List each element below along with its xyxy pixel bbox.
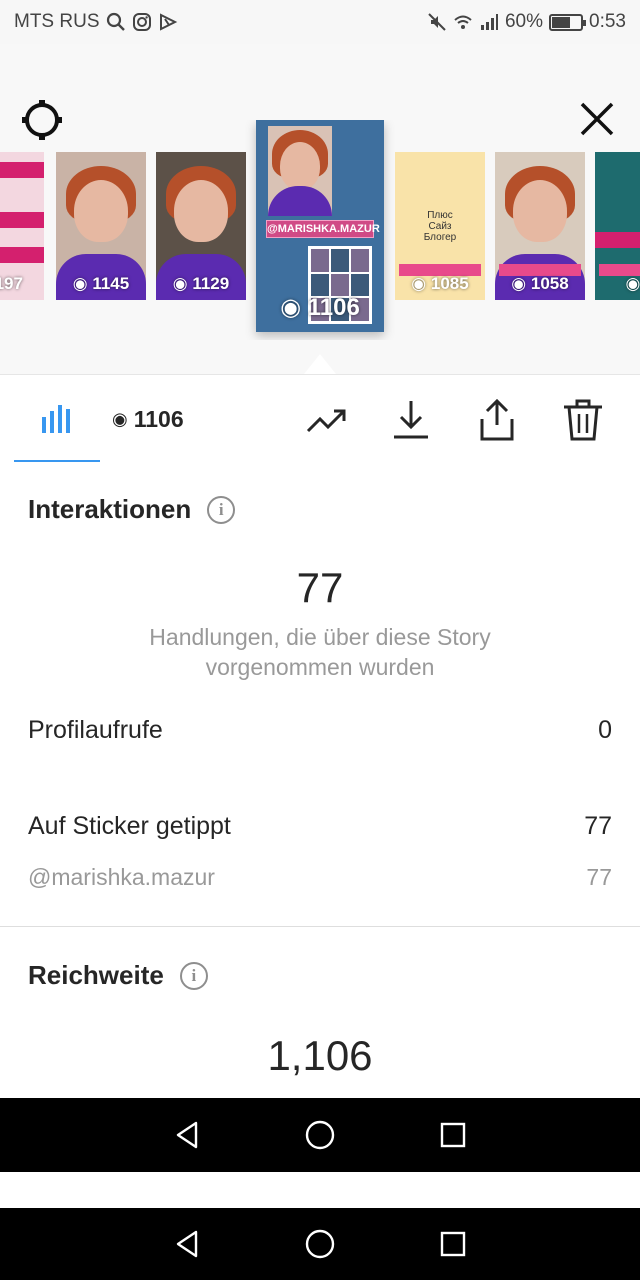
share-icon[interactable] (474, 397, 520, 443)
sticker-account-value: 77 (586, 864, 612, 890)
story-thumbnail[interactable]: ◉ 197 (0, 152, 44, 300)
profile-visits-value: 0 (598, 716, 612, 744)
story-thumbnail[interactable]: Плюс Сайз Блогер ◉ 1085 (395, 152, 485, 300)
story-thumbnail[interactable]: ◉ 1145 (56, 152, 146, 300)
section-title: Reichweite (28, 960, 164, 990)
story-action-bar: ◉ 1106 (0, 374, 640, 463)
profile-visits-label: Profilaufrufe (28, 716, 163, 744)
nav-back-button[interactable] (167, 1115, 207, 1155)
mention-sticker: @MARISHKA.MAZUR (266, 220, 380, 238)
trash-icon[interactable] (560, 397, 606, 443)
thumbnail-view-count: ◉ 1129 (172, 274, 230, 293)
battery-icon (549, 13, 587, 31)
section-divider (0, 926, 640, 927)
insights-bar-chart-icon (42, 404, 70, 433)
info-icon[interactable]: i (179, 961, 208, 990)
story-thumbnail[interactable]: ◉ 1058 (495, 152, 585, 300)
thumbnail-text: Плюс Сайз Блогер (423, 210, 457, 243)
interactions-description-line1: Handlungen, die über diese Story (149, 624, 491, 650)
send-icon (159, 13, 177, 31)
sticker-account-name: @marishka.mazur (28, 864, 215, 890)
story-header: ◉ 197 ◉ 1145 ◉ 1129 @MARISHKA.MAZUR ◉ 11… (0, 44, 640, 374)
sticker-taps-row: Auf Sticker getippt 77 (28, 812, 612, 841)
story-thumbnail[interactable]: ◉ 1 (595, 152, 640, 300)
section-title: Interaktionen (28, 494, 192, 524)
home-circle-icon (305, 1229, 335, 1259)
back-triangle-icon (176, 1121, 197, 1149)
thumbnail-view-count: ◉ 1106 (280, 294, 360, 321)
signal-icon (480, 14, 498, 30)
home-circle-icon (305, 1120, 335, 1150)
carrier-name: MTS RUS (14, 11, 100, 32)
story-thumbnail[interactable]: ◉ 1129 (156, 152, 246, 300)
system-nav-bar (0, 1098, 640, 1172)
nav-recents-button[interactable] (433, 1224, 473, 1264)
thumbnail-view-count: ◉ 1 (625, 274, 640, 293)
search-icon (106, 12, 125, 31)
back-triangle-icon (176, 1230, 197, 1258)
sticker-taps-value: 77 (584, 812, 612, 840)
nav-home-button[interactable] (300, 1115, 340, 1155)
status-bar: MTS RUS 60% 0:53 (0, 0, 640, 44)
sticker-account-row[interactable]: @marishka.mazur 77 (28, 864, 612, 891)
sticker-taps-label: Auf Sticker getippt (28, 812, 231, 840)
thumbnail-view-count: ◉ 197 (0, 274, 23, 293)
viewer-count: 1106 (133, 405, 184, 432)
tab-insights[interactable] (14, 375, 100, 463)
interactions-description-line2: vorgenommen wurden (205, 654, 435, 680)
nav-recents-button[interactable] (433, 1115, 473, 1155)
wifi-icon (454, 15, 472, 29)
interactions-heading: Interaktionen i (28, 494, 236, 525)
recents-square-icon (441, 1231, 466, 1257)
nav-gap (0, 1172, 640, 1208)
battery-percent: 60% (504, 11, 544, 32)
tab-viewers[interactable]: ◉ 1106 (112, 375, 222, 463)
nav-home-button[interactable] (300, 1224, 340, 1264)
reach-total: 1,106 (267, 1032, 373, 1079)
story-thumbnail-strip[interactable]: ◉ 197 ◉ 1145 ◉ 1129 @MARISHKA.MAZUR ◉ 11… (0, 120, 640, 340)
recents-square-icon (441, 1122, 466, 1148)
selection-pointer (304, 354, 336, 374)
clock: 0:53 (589, 11, 626, 32)
thumbnail-view-count: ◉ 1145 (72, 274, 130, 293)
profile-visits-row: Profilaufrufe 0 (28, 716, 612, 745)
thumbnail-view-count: ◉ 1058 (511, 274, 569, 293)
insights-panel: Interaktionen i 77 Handlungen, die über … (0, 462, 640, 1098)
instagram-icon (132, 13, 151, 31)
eye-icon: ◉ (112, 408, 128, 429)
mute-icon (428, 13, 446, 31)
reach-heading: Reichweite i (28, 960, 208, 991)
nav-back-button[interactable] (167, 1224, 207, 1264)
interactions-total: 77 (296, 564, 344, 611)
story-thumbnail-selected[interactable]: @MARISHKA.MAZUR ◉ 1106 (256, 120, 384, 332)
download-icon[interactable] (388, 397, 434, 443)
trend-up-icon[interactable] (304, 397, 350, 443)
system-nav-bar-duplicate (0, 1208, 640, 1280)
info-icon[interactable]: i (207, 495, 236, 524)
thumbnail-view-count: ◉ 1085 (411, 274, 469, 293)
